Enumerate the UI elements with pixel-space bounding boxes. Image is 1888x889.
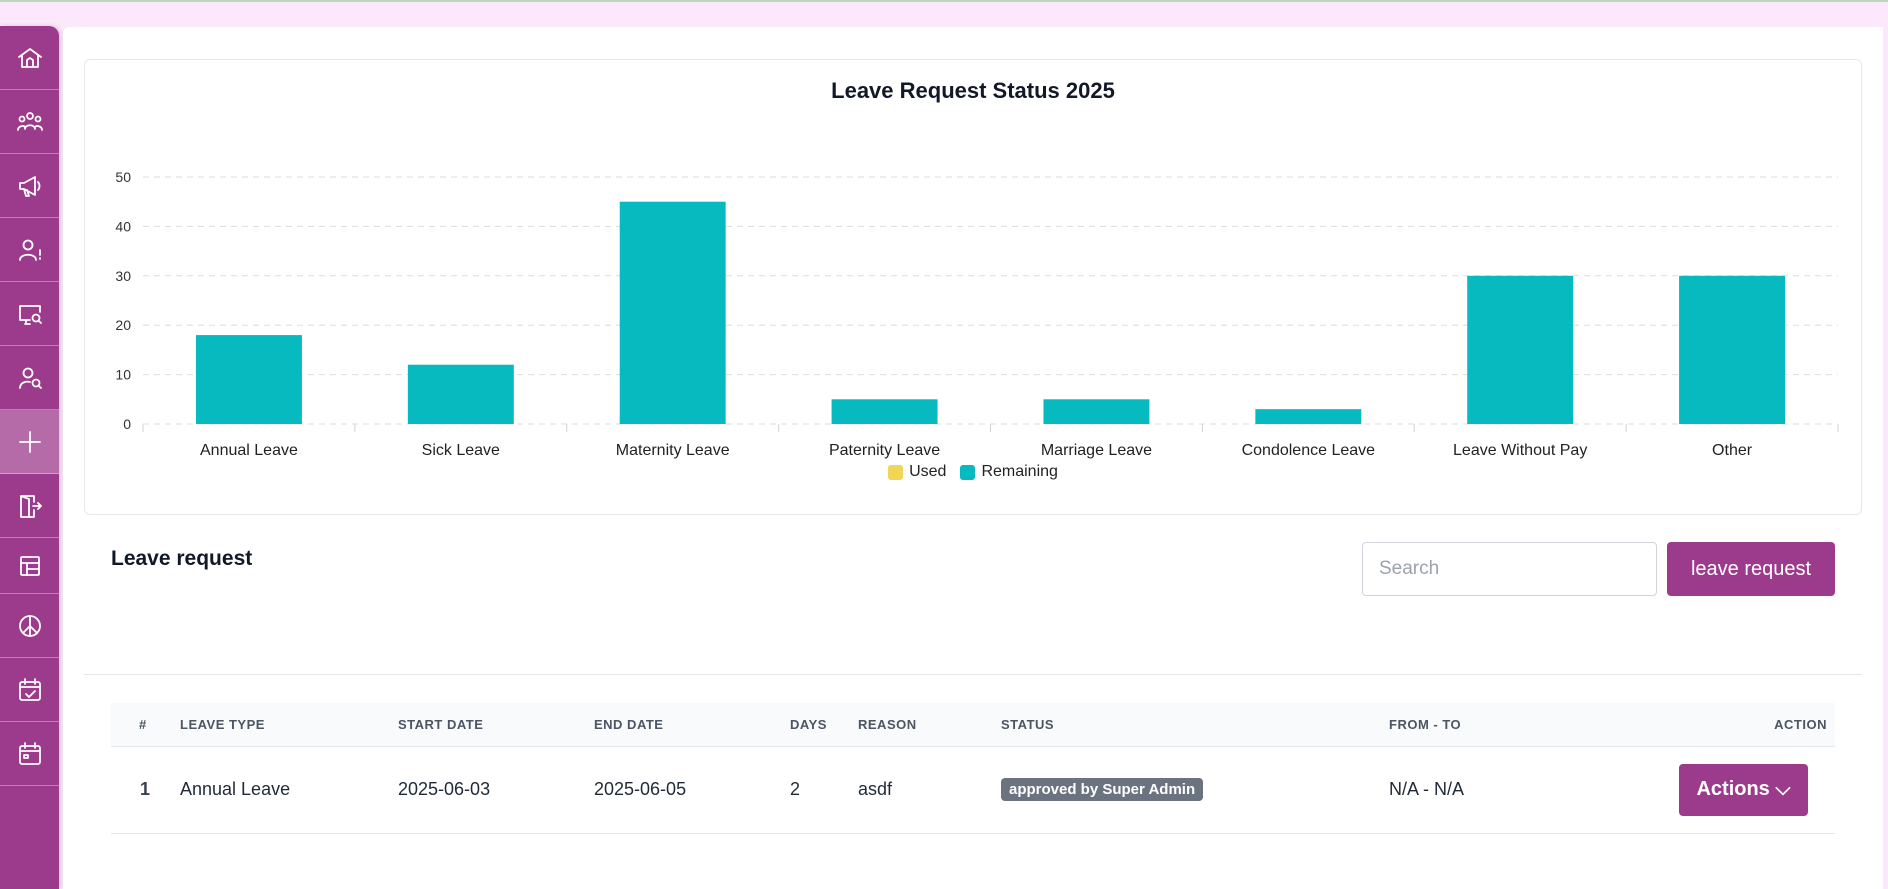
section-divider bbox=[84, 674, 1862, 675]
x-tick-label: Paternity Leave bbox=[829, 442, 940, 459]
status-badge: approved by Super Admin bbox=[1001, 778, 1204, 801]
leave-status-chart-card: Leave Request Status 2025 0 10 20 30 40 50 Ann… bbox=[84, 59, 1862, 515]
header-start-date: START DATE bbox=[398, 703, 594, 747]
calendar-icon bbox=[18, 741, 41, 765]
users-icon bbox=[16, 111, 43, 131]
header-action: ACTION bbox=[1659, 703, 1835, 747]
sidebar bbox=[0, 26, 59, 889]
user-alert-icon bbox=[18, 239, 41, 261]
legend-item[interactable]: Used bbox=[888, 463, 946, 481]
user-search-icon bbox=[18, 367, 42, 389]
table-header-row: # LEAVE TYPE START DATE END DATE DAYS RE… bbox=[111, 703, 1835, 747]
sidebar-item-calendar[interactable] bbox=[0, 722, 59, 786]
leave-status-chart: 0 10 20 30 40 50 Annual Leave Sick Leave Materni… bbox=[115, 169, 1839, 459]
search-input[interactable] bbox=[1362, 542, 1657, 596]
megaphone-icon bbox=[18, 175, 40, 197]
plus-icon bbox=[18, 430, 41, 453]
sidebar-item-monitor-search[interactable] bbox=[0, 282, 59, 346]
y-tick-label: 0 bbox=[123, 416, 131, 432]
table-row: 1 Annual Leave 2025-06-03 2025-06-05 2 a… bbox=[111, 746, 1835, 834]
sidebar-item-user-search[interactable] bbox=[0, 346, 59, 410]
monitor-search-icon bbox=[18, 304, 42, 325]
leave-table: # LEAVE TYPE START DATE END DATE DAYS RE… bbox=[111, 703, 1835, 834]
main-content: Leave Request Status 2025 0 10 20 30 40 50 Ann… bbox=[63, 27, 1883, 889]
row-index: 1 bbox=[111, 746, 180, 834]
y-tick-label: 40 bbox=[115, 218, 131, 234]
row-days: 2 bbox=[790, 746, 858, 834]
row-action: Actions ⌵ bbox=[1659, 746, 1835, 834]
x-tick-label: Marriage Leave bbox=[1041, 442, 1152, 459]
bar-remaining bbox=[1255, 409, 1362, 424]
header-reason: REASON bbox=[858, 703, 1001, 747]
legend-item[interactable]: Remaining bbox=[960, 463, 1058, 481]
legend-swatch bbox=[888, 464, 904, 480]
x-tick-label: Maternity Leave bbox=[616, 442, 730, 459]
actions-dropdown-button[interactable]: Actions ⌵ bbox=[1679, 763, 1808, 816]
x-tick-label: Other bbox=[1712, 442, 1753, 459]
row-status: approved by Super Admin bbox=[1001, 746, 1389, 834]
bar-remaining bbox=[619, 201, 726, 424]
sidebar-item-home[interactable] bbox=[0, 26, 59, 90]
table-icon bbox=[19, 555, 40, 576]
header-leave-type: LEAVE TYPE bbox=[180, 703, 398, 747]
bar-remaining bbox=[1467, 275, 1574, 424]
bar-remaining bbox=[1679, 275, 1786, 424]
header-from-to: FROM - TO bbox=[1389, 703, 1659, 747]
header-index: # bbox=[111, 703, 180, 747]
peace-icon bbox=[18, 614, 41, 637]
bar-remaining bbox=[407, 364, 514, 424]
chart-legend: Used Remaining bbox=[85, 463, 1861, 481]
y-tick-label: 10 bbox=[115, 367, 131, 383]
legend-label: Remaining bbox=[981, 463, 1058, 480]
x-tick-label: Leave Without Pay bbox=[1453, 442, 1587, 459]
legend-swatch bbox=[960, 464, 976, 480]
row-reason: asdf bbox=[858, 746, 1001, 834]
calendar-check-icon bbox=[18, 677, 41, 701]
x-tick-label: Annual Leave bbox=[200, 442, 298, 459]
bar-remaining bbox=[195, 335, 302, 424]
row-end-date: 2025-06-05 bbox=[594, 746, 790, 834]
sidebar-item-users[interactable] bbox=[0, 90, 59, 154]
row-from-to: N/A - N/A bbox=[1389, 746, 1659, 834]
x-tick-label: Condolence Leave bbox=[1242, 442, 1376, 459]
y-tick-label: 20 bbox=[115, 317, 131, 333]
leave-request-title: Leave request bbox=[111, 547, 253, 570]
y-tick-label: 50 bbox=[115, 169, 131, 185]
bar-remaining bbox=[831, 399, 938, 424]
leave-request-button[interactable]: leave request bbox=[1667, 542, 1835, 596]
header-days: DAYS bbox=[790, 703, 858, 747]
x-tick-label: Sick Leave bbox=[422, 442, 500, 459]
header-end-date: END DATE bbox=[594, 703, 790, 747]
legend-label: Used bbox=[909, 463, 947, 480]
sidebar-item-add[interactable] bbox=[0, 410, 59, 474]
sidebar-item-user-alert[interactable] bbox=[0, 218, 59, 282]
bar-remaining bbox=[1043, 399, 1150, 424]
sidebar-item-table[interactable] bbox=[0, 538, 59, 594]
home-icon bbox=[17, 47, 42, 68]
y-tick-label: 30 bbox=[115, 268, 131, 284]
top-border bbox=[0, 0, 1888, 2]
row-start-date: 2025-06-03 bbox=[398, 746, 594, 834]
sidebar-item-announcements[interactable] bbox=[0, 154, 59, 218]
sidebar-item-exit[interactable] bbox=[0, 474, 59, 538]
header-status: STATUS bbox=[1001, 703, 1389, 747]
sidebar-item-calendar-check[interactable] bbox=[0, 658, 59, 722]
door-exit-icon bbox=[19, 494, 42, 518]
sidebar-item-peace[interactable] bbox=[0, 594, 59, 658]
row-leave-type: Annual Leave bbox=[180, 746, 398, 834]
